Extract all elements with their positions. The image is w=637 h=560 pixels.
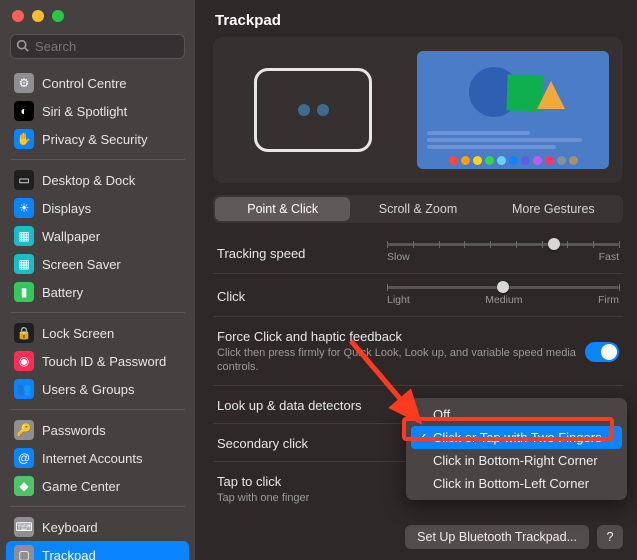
minimize-window-button[interactable] xyxy=(32,10,44,22)
sidebar-item-trackpad[interactable]: ▢ Trackpad xyxy=(6,541,189,560)
sidebar-item-users-groups[interactable]: 👥 Users & Groups xyxy=(6,375,189,403)
sidebar-item-label: Touch ID & Password xyxy=(42,354,166,369)
search-icon xyxy=(16,39,29,55)
tracking-speed-label: Tracking speed xyxy=(217,246,387,261)
sidebar-item-label: Privacy & Security xyxy=(42,132,147,147)
search-input[interactable] xyxy=(10,34,185,59)
sidebar-icon: ⌨ xyxy=(14,517,34,537)
sidebar-item-label: Passwords xyxy=(42,423,106,438)
sidebar-icon: ☀ xyxy=(14,198,34,218)
sidebar-item-keyboard[interactable]: ⌨ Keyboard xyxy=(6,513,189,541)
tracking-speed-slider[interactable]: SlowFast xyxy=(387,243,619,263)
tab-scroll-zoom[interactable]: Scroll & Zoom xyxy=(350,197,485,221)
footer: Set Up Bluetooth Trackpad... ? xyxy=(213,515,623,549)
sidebar-icon: ▦ xyxy=(14,254,34,274)
sidebar-item-control-centre[interactable]: ⚙ Control Centre xyxy=(6,69,189,97)
lookup-label: Look up & data detectors xyxy=(217,398,387,413)
sidebar-icon: 👥 xyxy=(14,379,34,399)
sidebar-item-siri-spotlight[interactable]: ◐ Siri & Spotlight xyxy=(6,97,189,125)
menu-item-click-or-tap-with-two-fingers[interactable]: Click or Tap with Two Fingers xyxy=(411,426,622,449)
force-click-toggle[interactable] xyxy=(585,342,619,362)
sidebar-item-game-center[interactable]: ◆ Game Center xyxy=(6,472,189,500)
tab-more-gestures[interactable]: More Gestures xyxy=(486,197,621,221)
sidebar-item-label: Wallpaper xyxy=(42,229,100,244)
sidebar-icon: ✋ xyxy=(14,129,34,149)
sidebar-item-label: Desktop & Dock xyxy=(42,173,135,188)
page-title: Trackpad xyxy=(215,12,623,29)
sidebar-icon: 🔒 xyxy=(14,323,34,343)
sidebar-item-passwords[interactable]: 🔑 Passwords xyxy=(6,416,189,444)
sidebar-item-wallpaper[interactable]: ▦ Wallpaper xyxy=(6,222,189,250)
sidebar-item-touch-id-password[interactable]: ◉ Touch ID & Password xyxy=(6,347,189,375)
sidebar: ⚙ Control Centre ◐ Siri & Spotlight ✋ Privacy… xyxy=(0,0,195,560)
tab-bar: Point & ClickScroll & ZoomMore Gestures xyxy=(213,195,623,223)
sidebar-icon: ▮ xyxy=(14,282,34,302)
sidebar-icon: ⚙ xyxy=(14,73,34,93)
sidebar-list: ⚙ Control Centre ◐ Siri & Spotlight ✋ Privacy… xyxy=(0,67,195,560)
sidebar-item-displays[interactable]: ☀ Displays xyxy=(6,194,189,222)
sidebar-item-label: Displays xyxy=(42,201,91,216)
main-panel: Trackpad Point & ClickScroll & ZoomMore … xyxy=(195,0,637,560)
menu-item-off[interactable]: Off xyxy=(411,403,622,426)
sidebar-icon: ▦ xyxy=(14,226,34,246)
sidebar-item-label: Trackpad xyxy=(42,548,96,560)
sidebar-item-desktop-dock[interactable]: ▭ Desktop & Dock xyxy=(6,166,189,194)
sidebar-icon: ▢ xyxy=(14,545,34,560)
sidebar-item-internet-accounts[interactable]: @ Internet Accounts xyxy=(6,444,189,472)
sidebar-item-privacy-security[interactable]: ✋ Privacy & Security xyxy=(6,125,189,153)
row-tracking-speed: Tracking speed SlowFast xyxy=(213,233,623,274)
sidebar-icon: ◐ xyxy=(14,101,34,121)
zoom-window-button[interactable] xyxy=(52,10,64,22)
sidebar-icon: 🔑 xyxy=(14,420,34,440)
search-field[interactable] xyxy=(10,34,185,59)
tab-point-click[interactable]: Point & Click xyxy=(215,197,350,221)
sidebar-item-label: Keyboard xyxy=(42,520,98,535)
click-slider[interactable]: LightMediumFirm xyxy=(387,286,619,306)
window-controls xyxy=(0,0,195,28)
setup-bluetooth-button[interactable]: Set Up Bluetooth Trackpad... xyxy=(405,525,589,549)
close-window-button[interactable] xyxy=(12,10,24,22)
sidebar-item-label: Users & Groups xyxy=(42,382,134,397)
click-label: Click xyxy=(217,289,387,304)
menu-item-click-in-bottom-left-corner[interactable]: Click in Bottom-Left Corner xyxy=(411,472,622,495)
sidebar-item-label: Internet Accounts xyxy=(42,451,142,466)
sidebar-icon: ▭ xyxy=(14,170,34,190)
force-click-label: Force Click and haptic feedback Click th… xyxy=(217,329,585,375)
row-force-click: Force Click and haptic feedback Click th… xyxy=(213,319,623,386)
secondary-click-menu: OffClick or Tap with Two FingersClick in… xyxy=(406,398,627,500)
sidebar-icon: ◆ xyxy=(14,476,34,496)
preview-area xyxy=(213,37,623,183)
help-button[interactable]: ? xyxy=(597,525,623,549)
menu-item-click-in-bottom-right-corner[interactable]: Click in Bottom-Right Corner xyxy=(411,449,622,472)
sidebar-item-label: Lock Screen xyxy=(42,326,114,341)
sidebar-item-label: Siri & Spotlight xyxy=(42,104,127,119)
sidebar-item-lock-screen[interactable]: 🔒 Lock Screen xyxy=(6,319,189,347)
sidebar-icon: @ xyxy=(14,448,34,468)
desktop-preview xyxy=(417,51,609,169)
secondary-click-label: Secondary click xyxy=(217,436,387,451)
sidebar-item-battery[interactable]: ▮ Battery xyxy=(6,278,189,306)
trackpad-illustration xyxy=(227,51,399,169)
sidebar-item-label: Battery xyxy=(42,285,83,300)
sidebar-icon: ◉ xyxy=(14,351,34,371)
sidebar-item-screen-saver[interactable]: ▦ Screen Saver xyxy=(6,250,189,278)
sidebar-item-label: Screen Saver xyxy=(42,257,121,272)
sidebar-item-label: Game Center xyxy=(42,479,120,494)
sidebar-item-label: Control Centre xyxy=(42,76,127,91)
row-click: Click LightMediumFirm xyxy=(213,276,623,317)
